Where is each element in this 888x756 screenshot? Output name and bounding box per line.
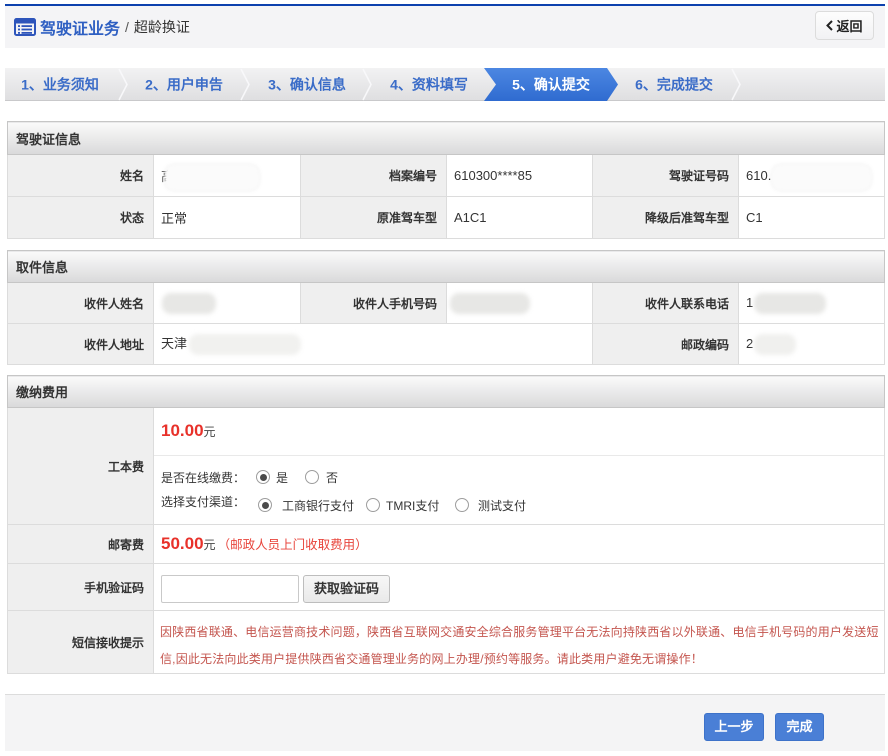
svg-text:3、确认信息: 3、确认信息 [268,77,346,93]
svg-text:5、确认提交: 5、确认提交 [512,77,590,93]
svg-text:2、用户申告: 2、用户申告 [145,77,223,93]
svg-text:1、业务须知: 1、业务须知 [21,77,99,93]
svg-text:4、资料填写: 4、资料填写 [390,77,468,93]
svg-text:6、完成提交: 6、完成提交 [635,77,713,93]
